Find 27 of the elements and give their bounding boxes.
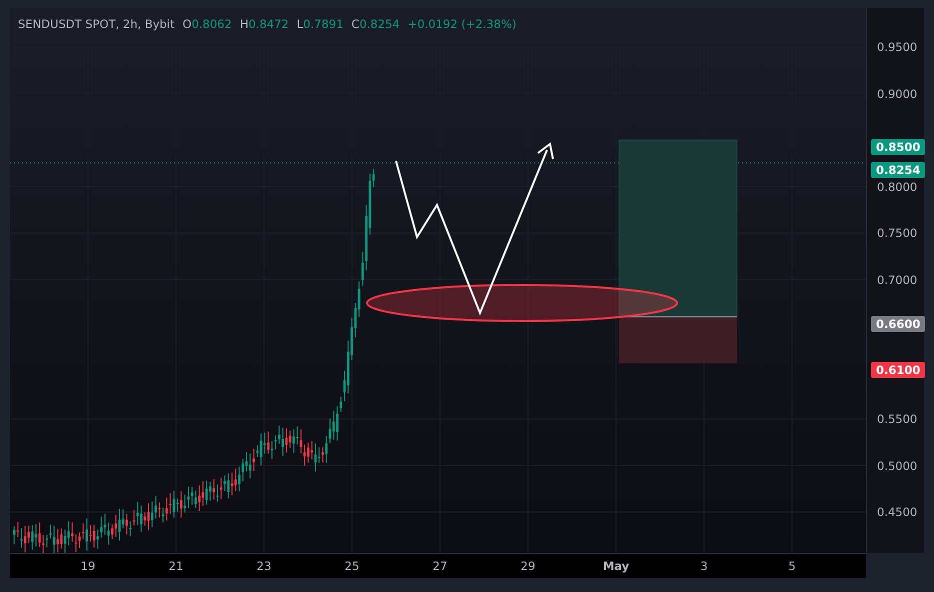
price-label: 0.5000 [877, 458, 918, 472]
date-label: 5 [788, 559, 796, 573]
price-tag: 0.6600 [871, 316, 926, 332]
price-tag: 0.8254 [871, 162, 926, 178]
date-label: 29 [520, 559, 536, 573]
price-label: 0.9000 [877, 86, 918, 100]
price-label: 0.9500 [877, 40, 918, 54]
price-label: 0.7500 [877, 226, 918, 240]
symbol-title: SENDUSDT SPOT, 2h, Bybit [18, 17, 175, 31]
date-label: 23 [256, 559, 272, 573]
price-label: 0.5500 [877, 412, 918, 426]
date-label: May [602, 559, 630, 573]
date-label: 3 [700, 559, 708, 573]
ohlc-value: O0.8062 [182, 17, 232, 31]
date-label: 27 [432, 559, 448, 573]
date-label: 25 [344, 559, 360, 573]
price-label: 0.4500 [877, 505, 918, 519]
price-tag: 0.6100 [871, 362, 926, 378]
price-label: 0.8000 [877, 180, 918, 194]
ohlc-value: C0.8254 [351, 17, 400, 31]
price-change: +0.0192 (+2.38%) [408, 17, 516, 31]
price-tag: 0.8500 [871, 139, 926, 155]
date-label: 19 [80, 559, 96, 573]
date-label: 21 [168, 559, 184, 573]
price-label: 0.7000 [877, 272, 918, 286]
ohlc-value: H0.8472 [240, 17, 289, 31]
ohlc-value: L0.7891 [296, 17, 344, 31]
